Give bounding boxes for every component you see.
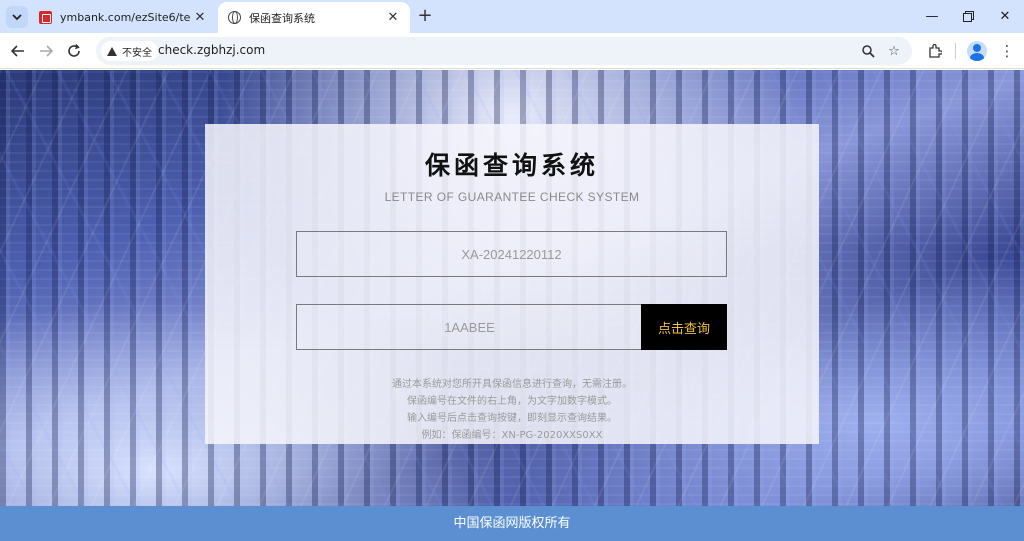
globe-icon: [228, 11, 241, 24]
reload-icon[interactable]: [62, 39, 86, 63]
page-background: 保函查询系统 LETTER OF GUARANTEE CHECK SYSTEM …: [0, 70, 1024, 541]
tab-strip: ymbank.com/ezSite6/template/ ✕ 保函查询系统 ✕ …: [0, 0, 1024, 33]
toolbar-divider: [955, 43, 956, 59]
instruction-example: 例如：保函编号：XN-PG-2020XXS0XX: [421, 430, 603, 441]
browser-toolbar: 不安全 check.zgbhzj.com ☆ ⋮: [0, 33, 1024, 69]
security-label: 不安全: [122, 47, 152, 59]
tab-guarantee-check[interactable]: 保函查询系统 ✕: [218, 2, 410, 33]
instruction-line: 保函编号在文件的右上角，为文字加数字模式。: [407, 396, 617, 407]
close-icon[interactable]: ✕: [191, 9, 209, 27]
query-button[interactable]: 点击查询: [641, 304, 727, 350]
profile-icon[interactable]: [967, 41, 987, 61]
guarantee-number-input[interactable]: [296, 231, 727, 277]
query-panel: 保函查询系统 LETTER OF GUARANTEE CHECK SYSTEM …: [205, 124, 819, 444]
instructions: 通过本系统对您所开具保函信息进行查询，无需注册。 保函编号在文件的右上角，为文字…: [205, 376, 819, 444]
window-close-icon[interactable]: ✕: [985, 0, 1024, 33]
extensions-icon[interactable]: [923, 39, 947, 63]
security-indicator[interactable]: 不安全: [101, 41, 158, 61]
tab-title: 保函查询系统: [249, 11, 315, 25]
tab-ymbank[interactable]: ymbank.com/ezSite6/template/ ✕: [29, 2, 217, 33]
maximize-icon[interactable]: [948, 0, 988, 33]
url-text[interactable]: check.zgbhzj.com: [158, 43, 265, 57]
new-tab-icon[interactable]: +: [415, 7, 435, 27]
page-subtitle: LETTER OF GUARANTEE CHECK SYSTEM: [384, 190, 640, 204]
forward-icon[interactable]: [34, 39, 58, 63]
warning-icon: [107, 46, 117, 56]
site-favicon-icon: [39, 11, 52, 24]
tab-search-button[interactable]: [6, 6, 28, 28]
minimize-icon[interactable]: —: [912, 0, 952, 33]
instruction-line: 输入编号后点击查询按键，即刻显示查询结果。: [407, 413, 617, 424]
address-bar[interactable]: 不安全 check.zgbhzj.com ☆: [96, 37, 912, 65]
verification-code-input[interactable]: [296, 304, 642, 350]
menu-icon[interactable]: ⋮: [995, 39, 1019, 63]
instruction-line: 通过本系统对您所开具保函信息进行查询，无需注册。: [392, 379, 632, 390]
zoom-icon[interactable]: [858, 41, 878, 61]
back-icon[interactable]: [6, 39, 30, 63]
footer-copyright: 中国保函网版权所有: [0, 506, 1024, 541]
tab-search-icon: [12, 14, 22, 21]
close-icon[interactable]: ✕: [384, 9, 402, 27]
tab-title: ymbank.com/ezSite6/template/: [60, 11, 191, 24]
bookmark-star-icon[interactable]: ☆: [884, 41, 904, 61]
page-title: 保函查询系统: [424, 151, 599, 180]
